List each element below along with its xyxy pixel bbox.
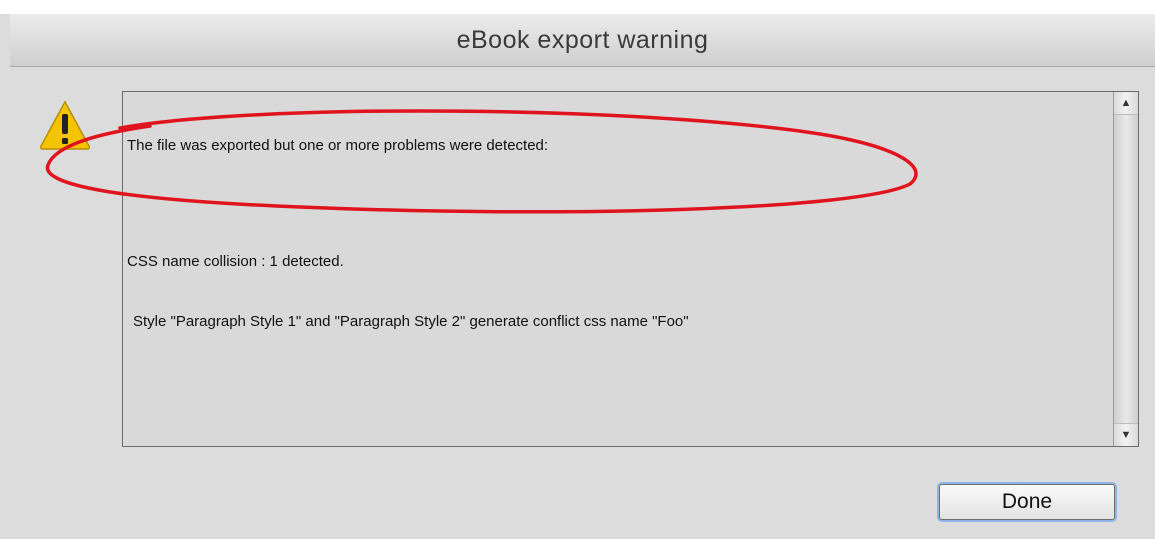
message-intro: The file was exported but one or more pr… (127, 137, 549, 154)
dialog-title: eBook export warning (456, 25, 709, 54)
scroll-up-arrow-icon[interactable]: ▲ (1114, 92, 1138, 115)
scroll-down-arrow-icon[interactable]: ▼ (1114, 423, 1138, 446)
message-collision: CSS name collision : 1 detected. (127, 253, 344, 270)
warning-icon (40, 100, 90, 150)
export-warning-dialog: eBook export warning The file was export… (0, 0, 1155, 539)
message-detail: Style "Paragraph Style 1" and "Paragraph… (133, 313, 689, 330)
dialog-titlebar[interactable]: eBook export warning (10, 14, 1155, 67)
message-text: The file was exported but one or more pr… (127, 96, 1102, 372)
done-button[interactable]: Done (939, 484, 1115, 520)
vertical-scrollbar[interactable]: ▲ ▼ (1113, 92, 1138, 446)
message-area[interactable]: The file was exported but one or more pr… (122, 91, 1139, 447)
window-top-edge (0, 0, 1155, 14)
